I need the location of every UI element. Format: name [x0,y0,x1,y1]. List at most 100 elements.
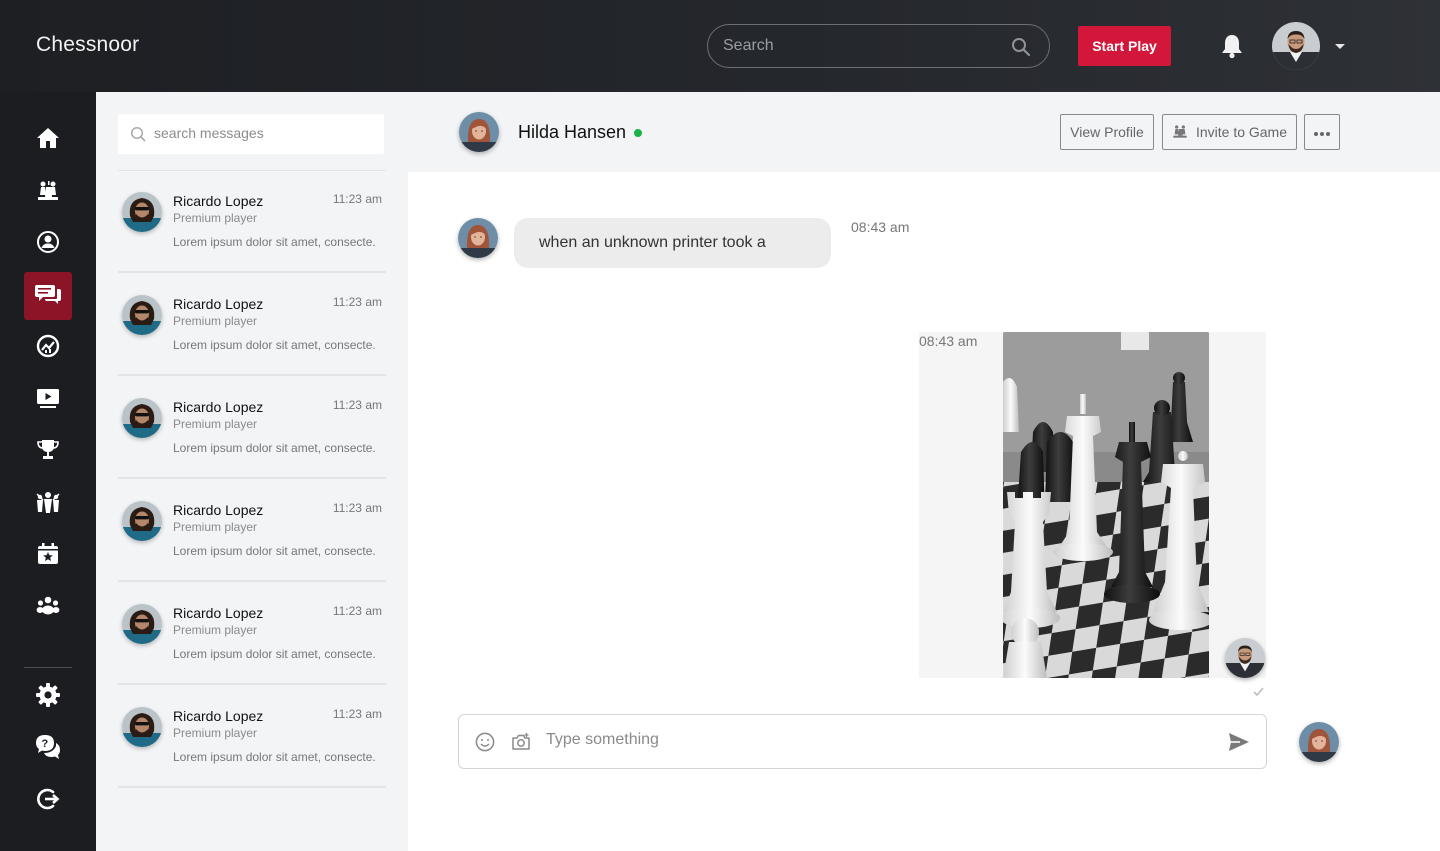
home-icon [36,126,60,155]
nav-settings[interactable] [24,673,72,721]
calendar-icon [36,542,60,571]
nav-logout[interactable] [24,777,72,825]
video-icon [36,386,60,415]
brand-logo[interactable]: Chessnoor [36,33,139,57]
message-time: 11:23 am [332,501,382,515]
chat-header: Hilda Hansen View Profile Invite to Game [408,92,1440,172]
user-avatar [1225,638,1265,678]
trophy-icon [36,438,60,467]
invite-to-game-button[interactable]: Invite to Game [1162,114,1297,150]
sent-check-icon [1253,683,1264,701]
nav-help[interactable]: ? [24,725,72,773]
chess-pieces-icon [1172,123,1188,142]
nav-clubs[interactable] [24,480,72,528]
contact-avatar[interactable] [459,112,499,152]
chess-pieces-icon [36,178,60,207]
contact-name: Ricardo Lopez [173,193,264,209]
search-input[interactable] [723,34,1003,58]
nav-play[interactable] [24,168,72,216]
conversation-item[interactable]: Ricardo Lopez 11:23 am Premium player Lo… [118,376,386,479]
message-search[interactable] [118,114,384,154]
avatar [122,604,162,644]
invite-label: Invite to Game [1195,124,1288,140]
contact-subtitle: Premium player [173,623,258,637]
contact-subtitle: Premium player [173,726,258,740]
message-time: 11:23 am [332,295,382,309]
camera-icon[interactable] [511,732,531,757]
conversation-item[interactable]: Ricardo Lopez 11:23 am Premium player Lo… [118,582,386,685]
conversation-item[interactable]: Ricardo Lopez 11:23 am Premium player Lo… [118,273,386,376]
search-icon [130,126,146,147]
conversation-list-panel: Ricardo Lopez 11:23 am Premium player Lo… [96,92,408,851]
conversation-item[interactable]: Ricardo Lopez 11:23 am Premium player Lo… [118,479,386,582]
message-time: 11:23 am [332,604,382,618]
left-nav: ? [0,92,96,851]
more-horizontal-icon [1313,124,1331,140]
online-status-dot [634,129,642,137]
chat-icon [35,282,61,311]
message-search-input[interactable] [154,125,374,141]
nav-home[interactable] [24,116,72,164]
contact-subtitle: Premium player [173,520,258,534]
start-play-button[interactable]: Start Play [1078,26,1171,66]
avatar [122,295,162,335]
message-preview: Lorem ipsum dolor sit amet, consecte. [173,750,376,764]
message-time: 11:23 am [332,398,382,412]
outgoing-message-time: 08:43 am [919,333,978,349]
svg-text:?: ? [42,738,49,750]
contact-avatar [1299,722,1339,762]
settings-icon [35,682,61,713]
message-time: 11:23 am [332,707,382,721]
more-options-button[interactable] [1304,114,1340,150]
contact-name: Ricardo Lopez [173,399,264,415]
contact-name: Ricardo Lopez [173,502,264,518]
group-icon [35,490,61,519]
analytics-icon [36,334,60,363]
message-time: 11:23 am [332,192,382,206]
contact-name: Hilda Hansen [518,122,627,142]
nav-analytics[interactable] [24,324,72,372]
contact-avatar [458,218,498,258]
community-icon [36,594,60,623]
nav-divider [24,667,72,668]
message-preview: Lorem ipsum dolor sit amet, consecte. [173,441,376,455]
message-preview: Lorem ipsum dolor sit amet, consecte. [173,544,376,558]
conversation-item[interactable]: Ricardo Lopez 11:23 am Premium player Lo… [118,170,386,273]
nav-tournaments[interactable] [24,428,72,476]
chat-thread: when an unknown printer took a 08:43 am … [408,172,1440,851]
incoming-message-bubble: when an unknown printer took a [514,218,831,268]
emoji-icon[interactable] [475,732,495,757]
avatar [122,398,162,438]
nav-events[interactable] [24,532,72,580]
search-icon[interactable] [1011,37,1031,62]
contact-subtitle: Premium player [173,417,258,431]
help-icon: ? [35,734,61,765]
conversation-item[interactable]: Ricardo Lopez 11:23 am Premium player Lo… [118,685,386,788]
send-icon[interactable] [1228,731,1250,758]
message-preview: Lorem ipsum dolor sit amet, consecte. [173,235,376,249]
nav-messages[interactable] [24,272,72,320]
nav-community[interactable] [24,584,72,632]
view-profile-label: View Profile [1070,124,1144,140]
message-preview: Lorem ipsum dolor sit amet, consecte. [173,338,376,352]
incoming-message-time: 08:43 am [851,219,910,235]
contact-name: Ricardo Lopez [173,296,264,312]
chevron-down-icon[interactable] [1335,44,1345,49]
global-search[interactable] [707,24,1050,68]
avatar [122,501,162,541]
view-profile-button[interactable]: View Profile [1060,114,1154,150]
profile-icon [36,230,60,259]
nav-profile[interactable] [24,220,72,268]
message-input[interactable] [546,731,1196,749]
contact-name: Ricardo Lopez [173,605,264,621]
top-bar: Chessnoor Start Play [0,0,1440,92]
contact-name: Ricardo Lopez [173,708,264,724]
contact-subtitle: Premium player [173,314,258,328]
bell-icon[interactable] [1220,33,1244,64]
chess-pieces-photo[interactable] [1003,332,1209,678]
contact-subtitle: Premium player [173,211,258,225]
nav-videos[interactable] [24,376,72,424]
avatar [122,707,162,747]
avatar [122,192,162,232]
user-avatar[interactable] [1272,22,1320,70]
